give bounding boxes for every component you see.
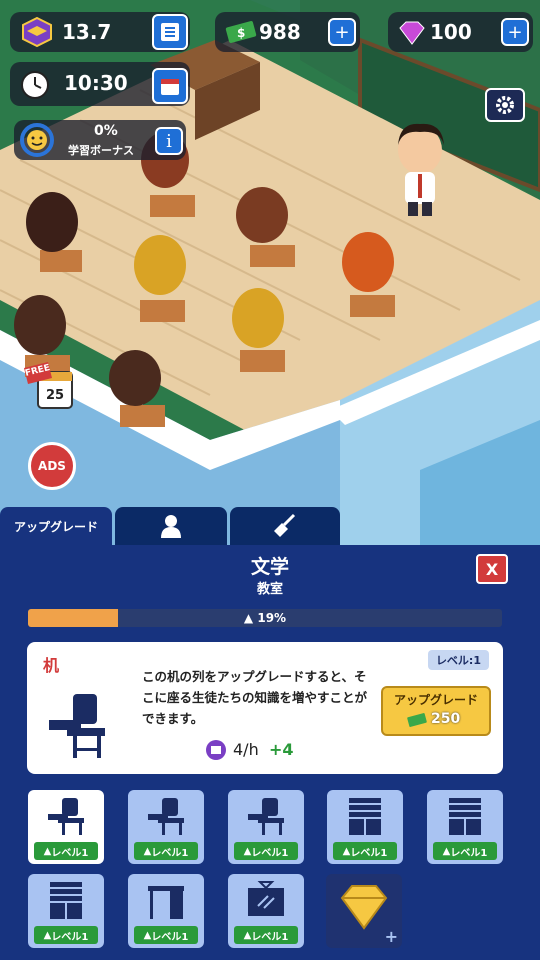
furniture-slot[interactable]: ▲ レベル1: [228, 874, 304, 948]
bonus-info-button[interactable]: i: [155, 127, 183, 155]
up-arrow-icon: ▲: [43, 845, 52, 857]
no-ads-button[interactable]: ADS: [28, 442, 76, 490]
up-arrow-icon: ▲: [243, 611, 254, 625]
smiley-icon: [20, 123, 54, 157]
up-arrow-icon: ▲: [342, 845, 351, 857]
desk-chair-icon: [49, 694, 105, 758]
plus-icon: +: [507, 21, 523, 43]
ads-label: ADS: [38, 459, 66, 473]
up-arrow-icon: ▲: [43, 929, 52, 941]
slot-level-label: レベル1: [51, 931, 89, 943]
room-title: 文学: [250, 556, 289, 578]
close-button[interactable]: X: [476, 554, 508, 584]
blackboard-icon: [248, 881, 284, 916]
cabinet-icon: [349, 798, 381, 835]
slot-level-badge: ▲ レベル1: [234, 926, 298, 944]
up-arrow-icon: ▲: [143, 929, 152, 941]
up-arrow-icon: ▲: [143, 845, 152, 857]
slot-level-label: レベル1: [450, 847, 488, 859]
furniture-slot[interactable]: ▲ レベル1: [327, 790, 403, 864]
desk-chair-icon: [48, 798, 84, 835]
slot-level-label: レベル1: [251, 847, 289, 859]
slot-level-label: レベル1: [51, 847, 89, 859]
teacher-desk-icon: [148, 886, 184, 919]
stats-list-button[interactable]: [152, 14, 188, 50]
slot-level-badge: ▲ レベル1: [433, 842, 497, 860]
up-arrow-icon: ▲: [243, 845, 252, 857]
slot-level-label: レベル1: [151, 931, 189, 943]
slot-level-label: レベル1: [350, 847, 388, 859]
locked-slot[interactable]: +: [326, 874, 402, 948]
add-gems-button[interactable]: +: [501, 18, 529, 46]
plus-icon: +: [334, 21, 350, 43]
bonus-label: 学習ボーナス: [68, 144, 134, 157]
furniture-slot[interactable]: ▲ レベル1: [128, 874, 204, 948]
furniture-slot[interactable]: ▲ レベル1: [28, 874, 104, 948]
svg-text:$: $: [237, 26, 245, 40]
schedule-button[interactable]: [152, 68, 188, 104]
clock-icon: [21, 71, 49, 99]
slot-level-badge: ▲ レベル1: [333, 842, 397, 860]
upgrade-cost: 250: [431, 711, 461, 727]
cabinet-icon: [449, 798, 481, 835]
slot-level-badge: ▲ レベル1: [134, 926, 198, 944]
graduation-cap-icon: [22, 16, 52, 48]
slot-level-badge: ▲ レベル1: [234, 842, 298, 860]
gem-icon: [399, 21, 425, 45]
desk-chair-icon: [148, 798, 184, 835]
item-level-badge: レベル:1: [427, 650, 489, 670]
plus-icon: +: [384, 927, 398, 946]
money-value: 988: [259, 20, 301, 44]
up-arrow-icon: ▲: [243, 929, 252, 941]
time-value: 10:30: [64, 71, 128, 95]
item-rate-bonus: +4: [269, 740, 294, 759]
list-icon: [161, 23, 179, 41]
tab-staff[interactable]: [115, 507, 227, 545]
desk-chair-icon: [248, 798, 284, 835]
calendar-day: 25: [46, 388, 65, 403]
settings-button[interactable]: [485, 88, 525, 122]
calendar-icon: [161, 79, 179, 95]
up-arrow-icon: ▲: [442, 845, 451, 857]
add-money-button[interactable]: +: [328, 18, 356, 46]
furniture-slot[interactable]: ▲ レベル1: [427, 790, 503, 864]
item-name: 机: [43, 656, 60, 675]
classroom-scene[interactable]: 13.7 $ 988 + 100 + 10:30 0% 学習ボーナス i FRE…: [0, 0, 540, 545]
cash-icon: $: [225, 21, 257, 43]
upgrade-button-label: アップグレード: [393, 693, 478, 707]
slot-level-badge: ▲ レベル1: [34, 842, 98, 860]
cash-icon: [407, 713, 427, 727]
slot-level-label: レベル1: [251, 931, 289, 943]
gems-value: 100: [430, 20, 472, 44]
furniture-slot[interactable]: ▲ レベル1: [228, 790, 304, 864]
progress-text: 19%: [257, 611, 287, 625]
close-icon: X: [485, 559, 499, 579]
slot-level-label: レベル1: [151, 847, 189, 859]
free-daily-reward[interactable]: FREE 25: [22, 360, 74, 412]
tab-upgrade-label: アップグレード: [13, 519, 98, 534]
room-subtitle: 教室: [256, 582, 283, 597]
tab-cleaning[interactable]: [230, 507, 340, 545]
furniture-slot[interactable]: ▲ レベル1: [128, 790, 204, 864]
furniture-slot[interactable]: ▲ レベル1: [28, 790, 104, 864]
room-progress-bar: ▲ 19%: [28, 609, 502, 627]
progress-text-wrap: ▲ 19%: [28, 609, 502, 627]
cabinet-icon: [50, 882, 82, 919]
bonus-percent: 0%: [94, 123, 118, 139]
person-icon: [161, 515, 181, 538]
item-description: この机の列をアップグレードすると、そこに座る生徒たちの知識を増やすことができます…: [142, 669, 368, 726]
broom-icon: [274, 513, 296, 537]
info-icon: i: [166, 130, 172, 152]
gear-icon: [496, 96, 514, 114]
slot-level-badge: ▲ レベル1: [34, 926, 98, 944]
item-rate: 4/h: [233, 740, 259, 759]
slot-level-badge: ▲ レベル1: [134, 842, 198, 860]
upgrade-button[interactable]: アップグレード 250: [381, 686, 491, 736]
item-card: 机 レベル:1 この机の列をアップグレードすると、そこに座る生徒たちの知識を増や…: [27, 642, 503, 774]
diamond-icon: [340, 885, 388, 930]
xp-value: 13.7: [62, 20, 112, 44]
tab-upgrade[interactable]: アップグレード: [0, 507, 112, 545]
knowledge-icon: [206, 740, 226, 760]
